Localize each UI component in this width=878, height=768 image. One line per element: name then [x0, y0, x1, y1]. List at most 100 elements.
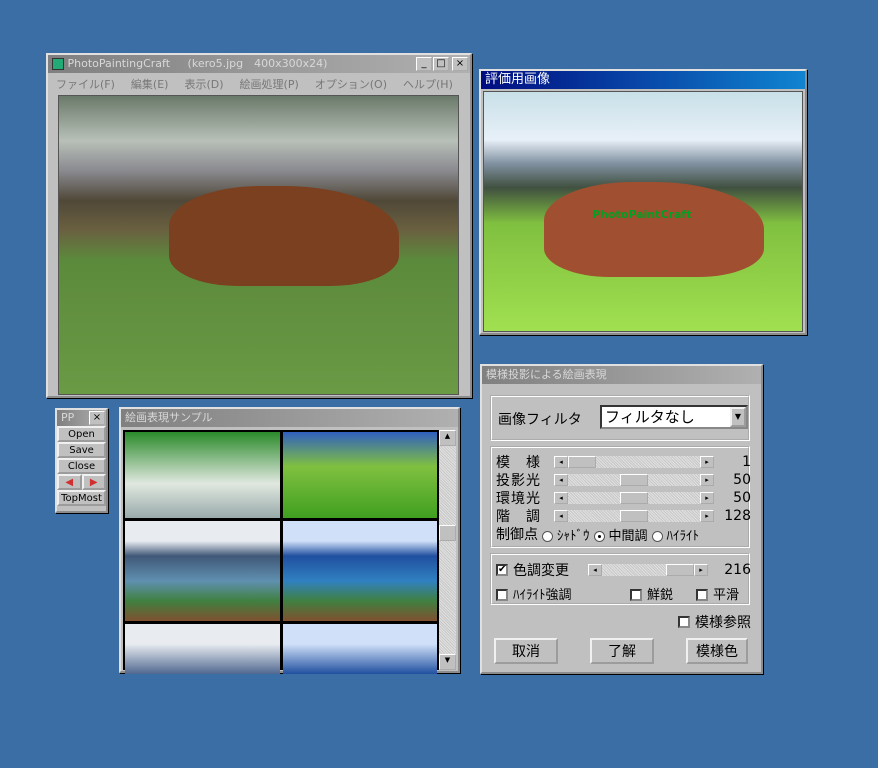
slider-thumb[interactable]: [568, 456, 596, 468]
chevron-down-icon[interactable]: ▼: [730, 407, 746, 427]
ok-button[interactable]: 了解: [590, 638, 654, 664]
slider-track[interactable]: ◂ ▸: [554, 474, 714, 486]
filter-select[interactable]: フィルタなし ▼: [600, 405, 748, 429]
sample-thumb[interactable]: [282, 432, 437, 518]
dialog-title-bar[interactable]: 模様投影による絵画表現: [482, 366, 761, 384]
slider-row: 投影光 ◂ ▸ 50: [496, 472, 751, 489]
slider-left-icon[interactable]: ◂: [554, 492, 568, 504]
file-info: (kero5.jpg 400x300x24): [187, 57, 328, 70]
horse-figure: [169, 186, 399, 286]
radio-shadow[interactable]: ｼｬﾄﾞｳ: [538, 525, 590, 544]
slider-track[interactable]: ◂ ▸: [554, 510, 714, 522]
slider-track[interactable]: ◂ ▸: [554, 492, 714, 504]
sample-thumb[interactable]: [282, 624, 437, 674]
next-arrow-icon[interactable]: ▶: [81, 474, 106, 490]
eval-title: 評価用画像: [485, 72, 551, 87]
main-title-bar[interactable]: PhotoPaintingCraft (kero5.jpg 400x300x24…: [48, 55, 470, 73]
menu-paint[interactable]: 絵画処理(P): [240, 76, 299, 92]
slider-right-icon[interactable]: ▸: [700, 456, 714, 468]
topmost-button[interactable]: TopMost: [57, 490, 106, 506]
menu-help[interactable]: ヘルプ(H): [403, 76, 453, 92]
scroll-thumb[interactable]: [439, 525, 456, 541]
slider-row: 環境光 ◂ ▸ 50: [496, 490, 751, 507]
nav-buttons: ◀ ▶: [57, 474, 106, 490]
sample-window: 絵画表現サンプル ▲ ▼: [119, 407, 460, 674]
highlight-emphasis-checkbox[interactable]: ﾊｲﾗｲﾄ強調: [496, 584, 630, 603]
minimize-button[interactable]: _: [416, 57, 432, 71]
sample-grid: [123, 430, 439, 674]
horse-figure: [544, 182, 764, 277]
menu-view[interactable]: 表示(D): [184, 76, 223, 92]
cancel-button[interactable]: 取消: [494, 638, 558, 664]
scrollbar[interactable]: ▲ ▼: [439, 430, 456, 670]
scroll-up-icon[interactable]: ▲: [439, 430, 456, 446]
slider-value: 1: [742, 454, 751, 470]
slider-right-icon[interactable]: ▸: [700, 492, 714, 504]
slider-value: 50: [733, 490, 751, 506]
slider-track[interactable]: ◂ ▸: [554, 456, 714, 468]
maximize-button[interactable]: □: [433, 57, 449, 71]
dialog-title: 模様投影による絵画表現: [486, 368, 607, 381]
slider-left-icon[interactable]: ◂: [554, 456, 568, 468]
tone-value: 216: [724, 562, 751, 578]
check-label: 鮮鋭: [647, 587, 674, 603]
slider-label: 投影光: [496, 473, 541, 489]
slider-label: 模 様: [496, 455, 541, 471]
sample-thumb[interactable]: [125, 432, 280, 518]
close-button[interactable]: ×: [452, 57, 468, 71]
sharpen-checkbox[interactable]: 鮮鋭: [630, 584, 696, 603]
radio-label: ｼｬﾄﾞｳ: [557, 528, 590, 544]
radio-label: 中間調: [608, 528, 648, 544]
watermark: PhotoPaintCraft: [592, 208, 692, 221]
filter-label: 画像フィルタ: [498, 412, 582, 428]
prev-arrow-icon[interactable]: ◀: [57, 474, 82, 490]
menu-edit[interactable]: 編集(E): [131, 76, 169, 92]
smooth-checkbox[interactable]: 平滑: [696, 584, 739, 603]
slider-right-icon[interactable]: ▸: [700, 510, 714, 522]
slider-row: 階 調 ◂ ▸ 128: [496, 508, 751, 525]
close-file-button[interactable]: Close: [57, 458, 106, 474]
slider-thumb[interactable]: [620, 492, 648, 504]
window-title: PhotoPaintingCraft: [67, 57, 171, 70]
pattern-dialog: 模様投影による絵画表現 画像フィルタ フィルタなし ▼ 制御点 ｼｬﾄﾞｳ 中間…: [480, 364, 763, 674]
pp-title-bar[interactable]: PP ×: [57, 410, 106, 426]
sample-title-bar[interactable]: 絵画表現サンプル: [121, 409, 458, 427]
tone-change-checkbox[interactable]: ✔: [496, 564, 508, 576]
eval-window: 評価用画像 PhotoPaintCraft: [479, 69, 807, 335]
slider-left-icon[interactable]: ◂: [554, 474, 568, 486]
save-button[interactable]: Save: [57, 442, 106, 458]
open-button[interactable]: Open: [57, 426, 106, 442]
main-window: PhotoPaintingCraft (kero5.jpg 400x300x24…: [46, 53, 472, 398]
sample-title: 絵画表現サンプル: [125, 411, 213, 424]
radio-highlight[interactable]: ﾊｲﾗｲﾄ: [648, 525, 700, 544]
slider-row: 模 様 ◂ ▸ 1: [496, 454, 751, 471]
scroll-down-icon[interactable]: ▼: [439, 654, 456, 670]
tone-slider[interactable]: ◂ ▸: [588, 564, 708, 576]
menu-options[interactable]: オプション(O): [315, 76, 387, 92]
radio-midtone[interactable]: 中間調: [590, 525, 648, 544]
slider-right-icon[interactable]: ▸: [694, 564, 708, 576]
radio-label: ﾊｲﾗｲﾄ: [666, 528, 700, 544]
sample-thumb[interactable]: [125, 624, 280, 674]
eval-title-bar[interactable]: 評価用画像: [481, 71, 805, 89]
pp-title: PP: [61, 411, 75, 424]
slider-thumb[interactable]: [666, 564, 694, 576]
pattern-ref-row[interactable]: 模様参照: [496, 614, 751, 631]
slider-left-icon[interactable]: ◂: [588, 564, 602, 576]
options-row: ﾊｲﾗｲﾄ強調 鮮鋭 平滑: [496, 584, 751, 603]
slider-thumb[interactable]: [620, 510, 648, 522]
sample-thumb[interactable]: [125, 521, 280, 621]
app-icon: [52, 58, 64, 70]
slider-right-icon[interactable]: ▸: [700, 474, 714, 486]
slider-left-icon[interactable]: ◂: [554, 510, 568, 522]
sample-thumb[interactable]: [282, 521, 437, 621]
pattern-ref-checkbox[interactable]: [678, 616, 690, 628]
menu-bar: ファイル(F) 編集(E) 表示(D) 絵画処理(P) オプション(O) ヘルプ…: [48, 73, 470, 95]
pp-close-button[interactable]: ×: [89, 411, 105, 425]
slider-thumb[interactable]: [620, 474, 648, 486]
check-label: ﾊｲﾗｲﾄ強調: [513, 587, 572, 603]
pattern-color-button[interactable]: 模様色: [686, 638, 748, 664]
tone-change-row: ✔ 色調変更 ◂ ▸ 216: [496, 562, 751, 579]
slider-label: 環境光: [496, 491, 541, 507]
menu-file[interactable]: ファイル(F): [56, 76, 115, 92]
